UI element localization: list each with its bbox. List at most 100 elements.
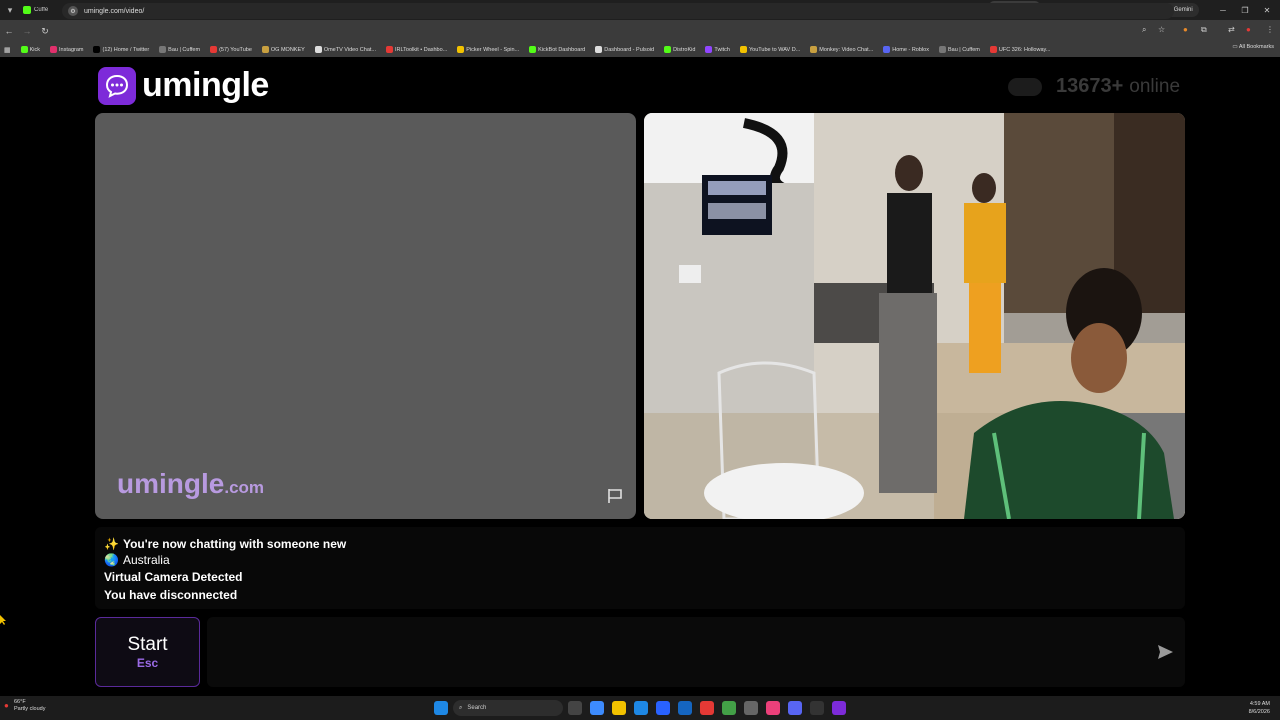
bookmark-label: OmeTV Video Chat...: [323, 46, 376, 53]
all-bookmarks-label: All Bookmarks: [1238, 44, 1274, 50]
copilot-icon[interactable]: [590, 701, 604, 715]
chat-line: ✨ You're now chatting with someone new: [104, 536, 1176, 552]
bookmark-favicon-icon: [938, 46, 946, 53]
stranger-video: umingle.com: [95, 113, 636, 519]
bookmark-item[interactable]: Home - Roblox: [883, 46, 929, 53]
url-text: umingle.com/video/: [84, 7, 145, 15]
store-icon[interactable]: [656, 701, 670, 715]
camera-feed-image: [644, 113, 1185, 519]
folder-icon: ▭: [1232, 44, 1238, 50]
taskbar-search[interactable]: ⌕ Search: [453, 700, 563, 716]
bookmark-label: Bau | Cuffem: [168, 46, 201, 53]
tab-search-icon[interactable]: ▾: [0, 0, 20, 20]
app-icon[interactable]: [678, 701, 692, 715]
media-player-icon[interactable]: [810, 701, 824, 715]
chat-line-text: Australia: [122, 553, 170, 567]
reload-icon[interactable]: ↻: [36, 26, 54, 37]
weather-temp: 66°F: [14, 699, 26, 705]
bookmark-item[interactable]: IRLToolkit • Dashbo...: [386, 46, 447, 53]
globe-icon: 🌏: [104, 553, 119, 567]
chrome-icon[interactable]: [722, 701, 736, 715]
url-bar[interactable]: ⚙ umingle.com/video/: [62, 3, 1174, 19]
settings-icon[interactable]: [744, 701, 758, 715]
windows-start-icon[interactable]: [434, 701, 448, 715]
chat-line: Virtual Camera Detected: [104, 569, 1176, 585]
app-icon[interactable]: [766, 701, 780, 715]
bookmark-item[interactable]: Kick: [20, 46, 40, 53]
cast-icon[interactable]: ⇄: [1228, 25, 1235, 34]
bookmark-label: Twitch: [714, 46, 730, 53]
maximize-icon[interactable]: ❐: [1234, 0, 1256, 20]
back-icon[interactable]: ←: [0, 26, 18, 36]
apps-grid-icon[interactable]: ▦: [4, 46, 11, 54]
bookmark-list: Kick Instagram (12) Home / Twitter Bau | Cu…: [20, 46, 1051, 53]
extensions-puzzle-icon[interactable]: ⧉: [1201, 25, 1207, 35]
bookmark-favicon-icon: [314, 46, 322, 53]
report-flag-icon[interactable]: [606, 487, 624, 505]
forward-icon[interactable]: →: [18, 26, 36, 36]
logo-text: umingle: [142, 66, 269, 104]
bookmark-favicon-icon: [386, 46, 393, 53]
chat-line-text: Virtual Camera Detected: [104, 570, 243, 584]
bookmark-item[interactable]: UFC 326: Holloway...: [989, 46, 1051, 53]
menu-kebab-icon[interactable]: ⋮: [1266, 25, 1274, 34]
bookmark-item[interactable]: Bau | Cuffem: [159, 46, 200, 53]
bookmark-item[interactable]: (57) YouTube: [210, 46, 252, 53]
clock-date: 8/6/2026: [1248, 709, 1270, 715]
bookmark-item[interactable]: (12) Home / Twitter: [93, 46, 149, 53]
file-explorer-icon[interactable]: [612, 701, 626, 715]
close-window-icon[interactable]: ✕: [1256, 0, 1278, 20]
online-label: online: [1129, 75, 1181, 97]
minimize-icon[interactable]: ─: [1212, 0, 1234, 20]
chat-log: ✨ You're now chatting with someone new 🌏 A…: [95, 527, 1185, 609]
bookmark-item[interactable]: OmeTV Video Chat...: [314, 46, 376, 53]
bookmark-label: Bau | Cuffem: [947, 46, 980, 53]
weather-widget[interactable]: 66°F Partly cloudy: [14, 699, 46, 713]
bookmark-label: YouTube to WAV D...: [749, 46, 801, 53]
site-logo[interactable]: umingle: [98, 66, 269, 105]
theme-toggle[interactable]: [1008, 77, 1042, 96]
star-icon[interactable]: ☆: [1158, 25, 1165, 34]
app-icon[interactable]: [832, 701, 846, 715]
bookmark-label: KickBot Dashboard: [538, 46, 586, 53]
chat-line-text: You have disconnected: [104, 588, 238, 602]
site-info-icon[interactable]: ⚙: [68, 6, 78, 16]
send-icon[interactable]: [1155, 642, 1175, 662]
bookmark-item[interactable]: Bau | Cuffem: [938, 46, 980, 53]
edge-icon[interactable]: [634, 701, 648, 715]
bookmark-favicon-icon: [705, 46, 713, 53]
bookmark-label: IRLToolkit • Dashbo...: [395, 46, 448, 53]
bookmark-item[interactable]: DistroKid: [664, 46, 695, 53]
bookmark-item[interactable]: OG MONKEY: [261, 46, 305, 53]
online-count: 13673+: [1056, 75, 1124, 97]
zoom-icon[interactable]: ⌕: [1142, 25, 1146, 35]
weather-alert-icon: ●: [4, 701, 9, 710]
bookmark-label: Picker Wheel - Spin...: [466, 46, 520, 53]
discord-icon[interactable]: [788, 701, 802, 715]
bookmark-item[interactable]: KickBot Dashboard: [529, 46, 585, 53]
bookmark-item[interactable]: Instagram: [50, 46, 83, 53]
message-input[interactable]: [207, 617, 1185, 687]
bookmark-item[interactable]: Monkey: Video Chat...: [810, 46, 873, 53]
extension-icon[interactable]: ●: [1183, 25, 1188, 34]
bookmark-label: (57) YouTube: [219, 46, 252, 53]
bookmark-label: UFC 326: Holloway...: [998, 46, 1051, 53]
bookmark-favicon-icon: [810, 46, 818, 53]
bookmark-label: Dashboard - Pulsoid: [604, 46, 655, 53]
address-toolbar: ← → ↻: [0, 20, 1280, 42]
start-button[interactable]: Start Esc: [95, 617, 200, 687]
bookmark-item[interactable]: Twitch: [705, 46, 730, 53]
bookmark-item[interactable]: Picker Wheel - Spin...: [457, 46, 519, 53]
profile-avatar-icon[interactable]: ●: [1246, 25, 1251, 34]
watermark-name: umingle: [117, 468, 225, 499]
obs-icon[interactable]: [700, 701, 714, 715]
bookmark-item[interactable]: YouTube to WAV D...: [740, 46, 800, 53]
system-clock[interactable]: 4:59 AM 8/6/2026: [1249, 700, 1270, 716]
bookmark-favicon-icon: [989, 46, 997, 53]
bookmark-label: OG MONKEY: [270, 46, 305, 53]
task-view-icon[interactable]: [568, 701, 582, 715]
bookmark-favicon-icon: [529, 46, 537, 53]
tab-title: Cuffe: [34, 7, 49, 13]
all-bookmarks-button[interactable]: ▭ All Bookmarks: [1232, 44, 1274, 50]
bookmark-item[interactable]: Dashboard - Pulsoid: [595, 46, 654, 53]
